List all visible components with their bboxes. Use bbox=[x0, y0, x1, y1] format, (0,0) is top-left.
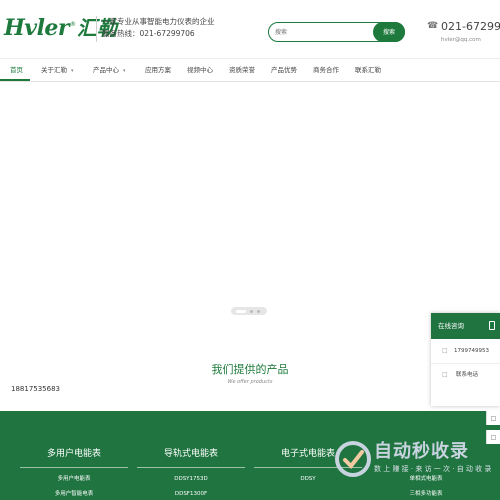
category-item[interactable]: 多用户电能表 bbox=[20, 475, 128, 483]
category-item[interactable]: DDSF1300F bbox=[137, 490, 245, 498]
logo-latin-text: Hvler bbox=[4, 15, 70, 41]
main-nav: 首页 关于汇勒 ▾ 产品中心 ▾ 应用方案 视频中心 资质荣誉 产品优势 商务合作 … bbox=[0, 58, 500, 82]
category-item[interactable]: DDSY1753D bbox=[137, 475, 245, 483]
side-tab-icon[interactable]: □ bbox=[486, 411, 500, 425]
brand-logo[interactable]: Hvler ® 汇勒 bbox=[4, 14, 117, 42]
nav-active-indicator bbox=[0, 79, 30, 81]
side-tab-icon[interactable]: □ bbox=[486, 430, 500, 444]
nav-item-honors[interactable]: 资质荣誉 bbox=[229, 59, 255, 81]
products-section-title: 我们提供的产品 bbox=[211, 363, 289, 376]
search-box: 搜索 bbox=[268, 21, 405, 42]
nav-item-contact[interactable]: 联系汇勒 bbox=[355, 59, 381, 81]
category-column: 多用户电能表 多用户电能表 多用户智能电表 bbox=[20, 411, 128, 500]
search-input[interactable] bbox=[275, 25, 371, 39]
nav-item-label: 联系汇勒 bbox=[355, 66, 381, 74]
category-divider bbox=[137, 467, 245, 468]
category-title[interactable]: 导轨式电能表 bbox=[137, 447, 245, 461]
nav-item-products[interactable]: 产品中心 ▾ bbox=[93, 59, 126, 81]
online-consult-panel: 在线咨询 □ 1799749953 □ 联系电话 bbox=[431, 313, 500, 406]
nav-item-label: 资质荣誉 bbox=[229, 66, 255, 74]
site-header: Hvler ® 汇勒 一家专业从事智能电力仪表的企业 服务热线：021-6729… bbox=[0, 0, 500, 58]
nav-item-label: 应用方案 bbox=[145, 66, 171, 74]
qq-icon: □ bbox=[442, 347, 448, 354]
category-divider bbox=[20, 467, 128, 468]
nav-item-advantages[interactable]: 产品优势 bbox=[271, 59, 297, 81]
watermark: 自动秒收录 数 上 赚 接 · 来 访 一 次 · 自 动 收 录 bbox=[334, 440, 500, 478]
consult-phone-number[interactable]: 18817535683 bbox=[11, 384, 60, 394]
hero-banner[interactable] bbox=[0, 82, 500, 330]
search-button[interactable]: 搜索 bbox=[373, 21, 405, 42]
chevron-down-icon: ▾ bbox=[123, 68, 126, 74]
company-tagline: 一家专业从事智能电力仪表的企业 bbox=[102, 17, 215, 26]
carousel-dot[interactable] bbox=[250, 309, 253, 313]
phone-icon: □ bbox=[442, 371, 448, 378]
nav-item-label: 首页 bbox=[10, 66, 23, 74]
panel-divider bbox=[431, 363, 500, 364]
qq-number[interactable]: 1799749953 bbox=[454, 347, 489, 355]
header-divider bbox=[96, 16, 97, 42]
watermark-logo-icon bbox=[335, 441, 371, 477]
phone-icon: ☎ bbox=[427, 21, 439, 31]
category-item[interactable]: 多用户智能电表 bbox=[20, 490, 128, 498]
logo-registered-mark: ® bbox=[70, 21, 77, 28]
consult-panel-header[interactable]: 在线咨询 bbox=[431, 313, 500, 339]
service-hotline: 服务热线：021-67299706 bbox=[102, 29, 195, 38]
chevron-down-icon: ▾ bbox=[71, 68, 74, 74]
nav-item-home[interactable]: 首页 bbox=[10, 59, 23, 81]
category-column: 导轨式电能表 DDSY1753D DDSF1300F bbox=[137, 411, 245, 500]
carousel-dot[interactable] bbox=[257, 309, 260, 313]
products-section-subtitle: We offer products bbox=[227, 379, 273, 385]
nav-item-cooperation[interactable]: 商务合作 bbox=[313, 59, 339, 81]
category-title[interactable]: 多用户电能表 bbox=[20, 447, 128, 461]
carousel-pagination bbox=[231, 307, 267, 315]
category-item[interactable]: 三相多功能表 bbox=[372, 490, 480, 498]
nav-item-label: 产品优势 bbox=[271, 66, 297, 74]
watermark-text: 自动秒收录 bbox=[374, 441, 469, 462]
consult-panel-title: 在线咨询 bbox=[438, 322, 464, 330]
watermark-subtext: 数 上 赚 接 · 来 访 一 次 · 自 动 收 录 bbox=[374, 465, 492, 473]
nav-item-label: 商务合作 bbox=[313, 66, 339, 74]
panel-toggle-icon[interactable] bbox=[489, 321, 495, 330]
nav-item-videos[interactable]: 视频中心 bbox=[187, 59, 213, 81]
nav-item-solutions[interactable]: 应用方案 bbox=[145, 59, 171, 81]
carousel-dot-active[interactable] bbox=[236, 309, 246, 313]
header-phone-number: 021-67299706 bbox=[441, 20, 500, 33]
nav-item-label: 视频中心 bbox=[187, 66, 213, 74]
phone-label: 联系电话 bbox=[456, 372, 479, 378]
nav-item-about[interactable]: 关于汇勒 ▾ bbox=[41, 59, 74, 81]
header-email[interactable]: hvler@qq.com bbox=[441, 36, 481, 44]
nav-item-label: 产品中心 bbox=[93, 66, 119, 74]
nav-item-label: 关于汇勒 bbox=[41, 66, 67, 74]
